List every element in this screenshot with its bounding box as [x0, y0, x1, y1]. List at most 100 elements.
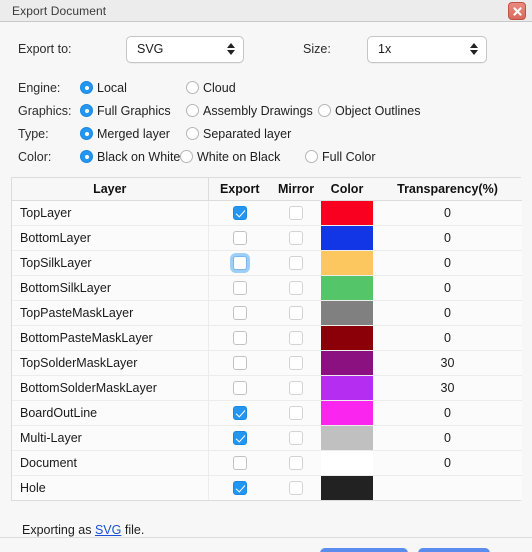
transparency-value[interactable]: 30	[373, 350, 522, 376]
cancel-button[interactable]: Cancel	[418, 548, 490, 552]
color-swatch[interactable]	[321, 400, 373, 425]
color-swatch[interactable]	[321, 275, 373, 300]
export-cell	[208, 200, 271, 226]
color-cell[interactable]	[321, 275, 373, 301]
layer-name: BottomLayer	[12, 225, 209, 251]
transparency-value[interactable]: 0	[373, 300, 522, 326]
color-label: Color:	[18, 149, 52, 164]
mirror-checkbox[interactable]	[289, 380, 303, 395]
color-swatch[interactable]	[321, 325, 373, 350]
color-swatch[interactable]	[321, 350, 373, 375]
color-cell[interactable]	[321, 400, 373, 426]
radio-label: Assembly Drawings	[203, 103, 313, 118]
mirror-checkbox[interactable]	[289, 455, 303, 470]
transparency-value[interactable]: 0	[373, 250, 522, 276]
color-swatch[interactable]	[321, 450, 373, 475]
mirror-checkbox[interactable]	[289, 230, 303, 245]
radio-color-white-on-black[interactable]: White on Black	[180, 150, 280, 164]
color-cell[interactable]	[321, 200, 373, 226]
color-swatch[interactable]	[321, 300, 373, 325]
transparency-value[interactable]: 0	[373, 425, 522, 451]
color-swatch[interactable]	[321, 250, 373, 275]
radio-color-black-on-white[interactable]: Black on White	[80, 150, 180, 164]
layer-name: Multi-Layer	[12, 425, 209, 451]
color-cell[interactable]	[321, 300, 373, 326]
export-to-label: Export to:	[18, 42, 72, 56]
mirror-checkbox[interactable]	[289, 330, 303, 345]
radio-color-full-color[interactable]: Full Color	[305, 150, 376, 164]
transparency-value[interactable]: 0	[373, 325, 522, 351]
table-row: BottomSilkLayer 0	[12, 275, 522, 301]
export-cell	[208, 300, 271, 326]
color-cell[interactable]	[321, 375, 373, 401]
radio-graphics-object-outlines[interactable]: Object Outlines	[318, 104, 420, 118]
export-checkbox[interactable]	[232, 480, 247, 495]
export-button[interactable]: Export	[320, 548, 408, 552]
transparency-value[interactable]	[373, 475, 522, 500]
export-checkbox[interactable]	[232, 455, 247, 470]
color-cell[interactable]	[321, 475, 373, 500]
mirror-checkbox[interactable]	[289, 480, 303, 495]
mirror-checkbox[interactable]	[289, 305, 303, 320]
window-title: Export Document	[12, 3, 107, 18]
export-checkbox[interactable]	[232, 305, 247, 320]
mirror-checkbox[interactable]	[289, 280, 303, 295]
radio-label: Separated layer	[203, 126, 292, 141]
radio-indicator-icon	[80, 81, 93, 94]
color-cell[interactable]	[321, 250, 373, 276]
export-checkbox[interactable]	[232, 430, 247, 445]
mirror-checkbox[interactable]	[289, 255, 303, 270]
transparency-value[interactable]: 0	[373, 200, 522, 226]
note-suffix: file.	[121, 522, 145, 537]
export-checkbox[interactable]	[232, 255, 247, 270]
mirror-checkbox[interactable]	[289, 430, 303, 445]
export-checkbox[interactable]	[232, 205, 247, 220]
size-label: Size:	[303, 42, 331, 56]
radio-type-merged-layer[interactable]: Merged layer	[80, 127, 170, 141]
column-header-color: Color	[321, 178, 373, 201]
transparency-value[interactable]: 0	[373, 225, 522, 251]
color-swatch[interactable]	[321, 475, 373, 500]
export-checkbox[interactable]	[232, 330, 247, 345]
radio-indicator-icon	[180, 150, 193, 163]
size-select[interactable]: 1x	[367, 35, 487, 63]
color-cell[interactable]	[321, 450, 373, 476]
export-format-select[interactable]: SVG	[126, 35, 244, 63]
color-swatch[interactable]	[321, 200, 373, 225]
transparency-value[interactable]: 0	[373, 275, 522, 301]
radio-type-separated-layer[interactable]: Separated layer	[186, 127, 291, 141]
export-cell	[208, 225, 271, 251]
export-checkbox[interactable]	[232, 280, 247, 295]
mirror-cell	[271, 300, 321, 326]
transparency-value[interactable]: 0	[373, 400, 522, 426]
color-cell[interactable]	[321, 350, 373, 376]
transparency-value[interactable]: 0	[373, 450, 522, 476]
note-format-link[interactable]: SVG	[95, 523, 121, 537]
color-swatch[interactable]	[321, 375, 373, 400]
layer-name: TopPasteMaskLayer	[12, 300, 209, 326]
radio-graphics-full-graphics[interactable]: Full Graphics	[80, 104, 171, 118]
color-swatch[interactable]	[321, 225, 373, 250]
transparency-value[interactable]: 30	[373, 375, 522, 401]
radio-engine-local[interactable]: Local	[80, 81, 127, 95]
export-checkbox[interactable]	[232, 380, 247, 395]
option-groups: Engine: Local Cloud Graphics: Full Graphics A…	[11, 76, 521, 168]
color-cell[interactable]	[321, 425, 373, 451]
layer-name: TopSolderMaskLayer	[12, 350, 209, 376]
export-checkbox[interactable]	[232, 355, 247, 370]
close-icon[interactable]	[508, 2, 526, 20]
color-cell[interactable]	[321, 325, 373, 351]
color-cell[interactable]	[321, 225, 373, 251]
mirror-checkbox[interactable]	[289, 355, 303, 370]
export-checkbox[interactable]	[232, 405, 247, 420]
table-row: TopSilkLayer 0	[12, 250, 522, 276]
radio-engine-cloud[interactable]: Cloud	[186, 81, 236, 95]
color-swatch[interactable]	[321, 425, 373, 450]
column-header-export: Export	[208, 178, 271, 201]
mirror-checkbox[interactable]	[289, 405, 303, 420]
radio-graphics-assembly-drawings[interactable]: Assembly Drawings	[186, 104, 313, 118]
mirror-checkbox[interactable]	[289, 205, 303, 220]
option-row-color: Color: Black on White White on Black Full C…	[18, 145, 521, 168]
export-checkbox[interactable]	[232, 230, 247, 245]
export-cell	[208, 375, 271, 401]
